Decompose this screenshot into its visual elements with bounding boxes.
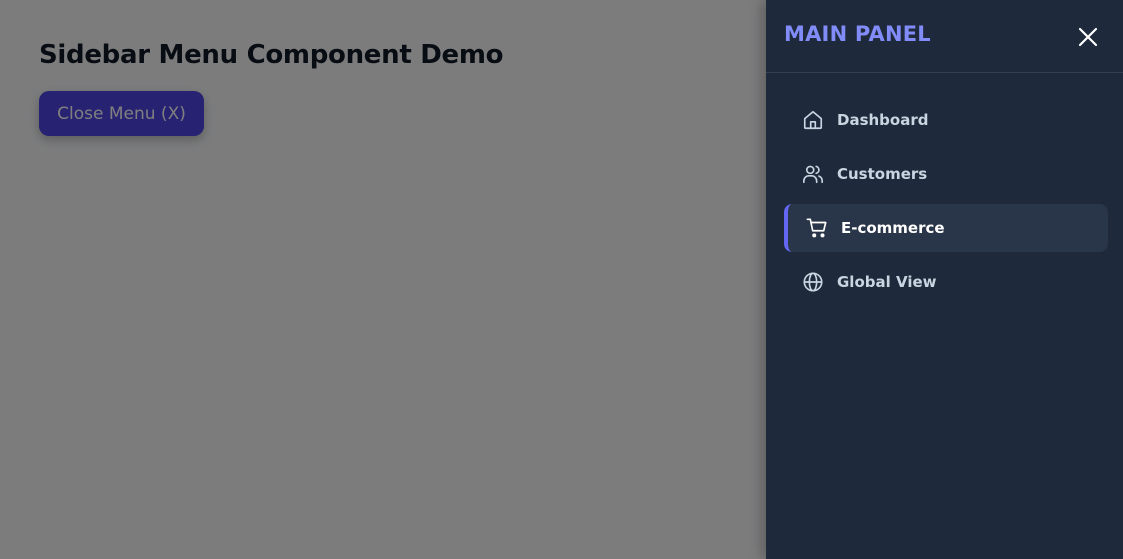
sidebar-item-label: Customers	[837, 165, 928, 183]
sidebar-item-dashboard[interactable]: Dashboard	[784, 96, 1108, 144]
sidebar-item-global-view[interactable]: Global View	[784, 258, 1108, 306]
cart-icon	[806, 217, 828, 239]
globe-icon	[802, 271, 824, 293]
sidebar-header: MAIN PANEL	[766, 0, 1123, 73]
panel-title: MAIN PANEL	[784, 22, 931, 46]
close-icon[interactable]	[1075, 24, 1101, 50]
users-icon	[802, 163, 824, 185]
sidebar-item-ecommerce[interactable]: E-commerce	[784, 204, 1108, 252]
sidebar-item-label: E-commerce	[841, 219, 945, 237]
sidebar-panel: MAIN PANEL Dashboard Customers E-commerc…	[766, 0, 1123, 559]
sidebar-item-label: Dashboard	[837, 111, 929, 129]
sidebar-item-customers[interactable]: Customers	[784, 150, 1108, 198]
sidebar-item-label: Global View	[837, 273, 937, 291]
sidebar-nav: Dashboard Customers E-commerce Global Vi…	[784, 96, 1108, 312]
home-icon	[802, 109, 824, 131]
